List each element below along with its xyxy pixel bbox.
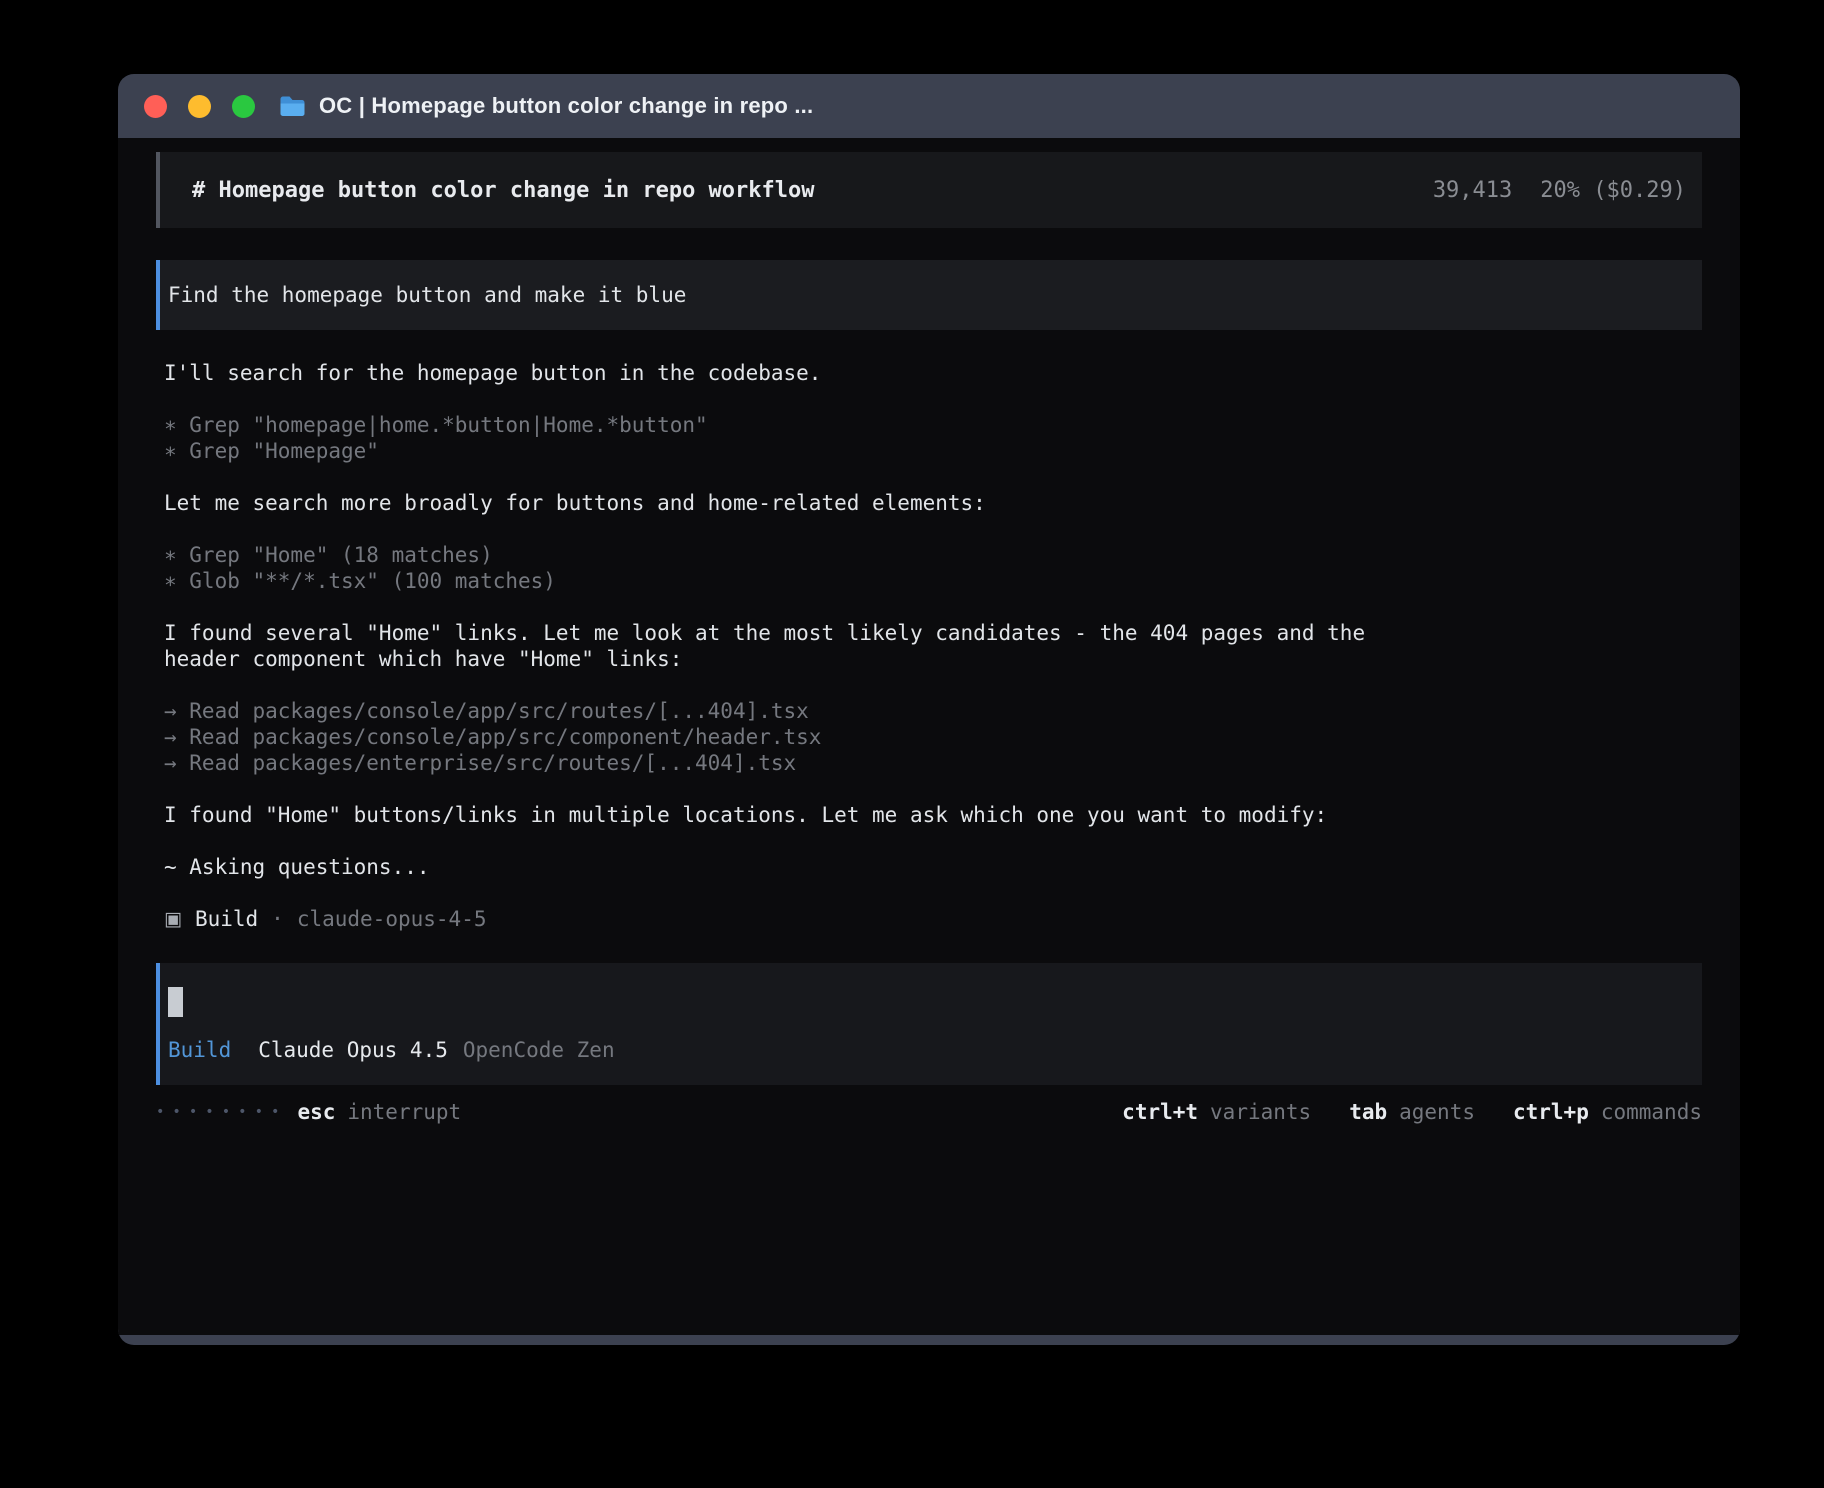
hint-label: commands	[1601, 1099, 1702, 1125]
assistant-text: Let me search more broadly for buttons a…	[164, 490, 1404, 516]
spinner-dots: ••••••••	[156, 1099, 287, 1125]
assistant-text: I'll search for the homepage button in t…	[164, 360, 1404, 386]
session-title: # Homepage button color change in repo w…	[192, 178, 815, 203]
folder-icon	[279, 95, 306, 117]
window-title: OC | Homepage button color change in rep…	[319, 93, 813, 119]
status-hints: ctrl+t variants tab agents ctrl+p commands	[1122, 1099, 1702, 1125]
assistant-text: ~ Asking questions...	[164, 854, 1404, 880]
hint-key: ctrl+t	[1122, 1099, 1198, 1125]
assistant-text: I found several "Home" links. Let me loo…	[164, 620, 1404, 672]
minimize-button[interactable]	[188, 95, 211, 118]
status-left: •••••••• esc interrupt	[156, 1099, 461, 1125]
tool-call-group: ∗ Grep "homepage|home.*button|Home.*butt…	[164, 412, 1702, 464]
agent-mode-label: Build	[168, 1037, 231, 1063]
tool-call-line: ∗ Glob "**/*.tsx" (100 matches)	[164, 568, 1702, 594]
agent-icon: ▣	[164, 906, 182, 932]
transcript: I'll search for the homepage button in t…	[156, 360, 1702, 932]
session-header: # Homepage button color change in repo w…	[156, 152, 1702, 228]
tool-call-line: ∗ Grep "Home" (18 matches)	[164, 542, 1702, 568]
status-hint: ctrl+t variants	[1122, 1099, 1311, 1125]
hint-key: esc	[297, 1099, 335, 1125]
hint-key: tab	[1349, 1099, 1387, 1125]
hint-interrupt: esc interrupt	[297, 1099, 461, 1125]
tool-call-group: ∗ Grep "Home" (18 matches)∗ Glob "**/*.t…	[164, 542, 1702, 594]
zoom-button[interactable]	[232, 95, 255, 118]
context-usage: 20% ($0.29)	[1540, 178, 1686, 203]
close-button[interactable]	[144, 95, 167, 118]
tool-call-line: → Read packages/console/app/src/componen…	[164, 724, 1702, 750]
agent-status-row: ▣ Build · claude-opus-4-5	[164, 906, 1702, 932]
provider-label: OpenCode Zen	[463, 1037, 615, 1063]
text-cursor	[168, 987, 183, 1017]
user-message-text: Find the homepage button and make it blu…	[168, 283, 686, 307]
status-hint: ctrl+p commands	[1513, 1099, 1702, 1125]
agent-model: claude-opus-4-5	[297, 906, 487, 932]
model-label: Claude Opus 4.5	[258, 1037, 448, 1063]
status-bar: •••••••• esc interrupt ctrl+t variants tab…	[156, 1099, 1702, 1125]
user-message: Find the homepage button and make it blu…	[156, 260, 1702, 330]
session-stats: 39,413 20% ($0.29)	[1433, 178, 1686, 203]
hint-key: ctrl+p	[1513, 1099, 1589, 1125]
window-titlebar[interactable]: OC | Homepage button color change in rep…	[118, 74, 1740, 138]
hint-label: variants	[1210, 1099, 1311, 1125]
prompt-input[interactable]: Build Claude Opus 4.5 OpenCode Zen	[156, 963, 1702, 1085]
tool-call-line: ∗ Grep "homepage|home.*button|Home.*butt…	[164, 412, 1702, 438]
assistant-text: I found "Home" buttons/links in multiple…	[164, 802, 1404, 828]
tool-call-group: → Read packages/console/app/src/routes/[…	[164, 698, 1702, 776]
hint-label: agents	[1399, 1099, 1475, 1125]
tool-call-line: → Read packages/console/app/src/routes/[…	[164, 698, 1702, 724]
status-hint: tab agents	[1349, 1099, 1475, 1125]
title-group: OC | Homepage button color change in rep…	[279, 93, 813, 119]
traffic-lights	[118, 95, 255, 118]
terminal-window: OC | Homepage button color change in rep…	[118, 74, 1740, 1345]
tool-call-line: → Read packages/enterprise/src/routes/[.…	[164, 750, 1702, 776]
input-footer: Build Claude Opus 4.5 OpenCode Zen	[168, 1037, 615, 1063]
token-count: 39,413	[1433, 178, 1512, 203]
separator-dot: ·	[271, 906, 284, 932]
terminal-content: # Homepage button color change in repo w…	[118, 138, 1740, 1335]
tool-call-line: ∗ Grep "Homepage"	[164, 438, 1702, 464]
hint-label: interrupt	[347, 1099, 461, 1125]
agent-name: Build	[195, 906, 258, 932]
